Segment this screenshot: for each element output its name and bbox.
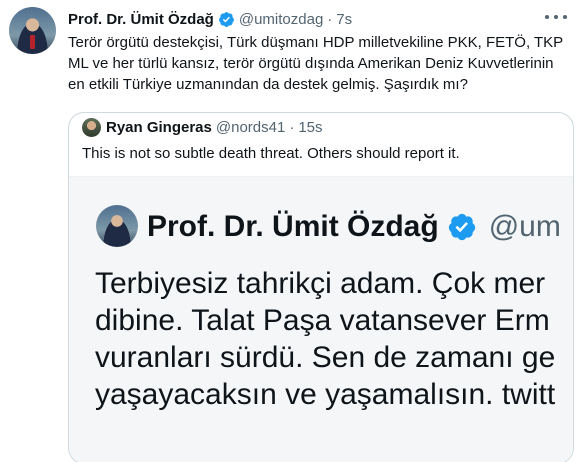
verified-badge-icon xyxy=(218,11,234,27)
quoted-tweet-timestamp[interactable]: 15s xyxy=(298,119,322,136)
screenshot-text-line: dibine. Talat Paşa vatansever Erm xyxy=(95,304,550,337)
screenshot-text-line: Terbiyesiz tahrikçi adam. Çok mer xyxy=(95,267,546,300)
author-handle[interactable]: @umitozdag xyxy=(239,11,323,28)
screenshot-author-name: Prof. Dr. Ümit Özdağ xyxy=(147,210,439,243)
tweet-header: Prof. Dr. Ümit Özdağ @umitozdag · 7s xyxy=(68,9,352,29)
screenshot-author-handle: @um xyxy=(488,210,561,243)
tweet-timestamp[interactable]: 7s xyxy=(336,11,352,28)
more-options-icon[interactable] xyxy=(545,9,567,25)
quoted-author-avatar[interactable] xyxy=(82,118,101,137)
author-avatar[interactable] xyxy=(9,7,56,54)
separator-dot: · xyxy=(289,119,295,136)
quoted-tweet-text: This is not so subtle death threat. Othe… xyxy=(82,145,460,162)
tweet-text: Terör örgütü destekçisi, Türk düşmanı HD… xyxy=(68,34,563,93)
author-name[interactable]: Prof. Dr. Ümit Özdağ xyxy=(68,11,214,28)
tweet[interactable]: Prof. Dr. Ümit Özdağ @umitozdag · 7s Ter… xyxy=(0,0,580,462)
quoted-author-name[interactable]: Ryan Gingeras xyxy=(106,119,212,136)
verified-badge-icon xyxy=(448,213,475,241)
quoted-author-handle[interactable]: @nords41 xyxy=(216,119,285,136)
screenshot-text-line: yaşayacaksın ve yaşamalısın. twitt xyxy=(95,378,556,411)
quoted-tweet-header: Ryan Gingeras @nords41 · 15s xyxy=(106,119,323,136)
screenshot-avatar xyxy=(96,205,138,247)
screenshot-header: Prof. Dr. Ümit Özdağ @um xyxy=(147,207,561,247)
separator-dot: · xyxy=(327,10,333,28)
quoted-media-image[interactable]: Prof. Dr. Ümit Özdağ @um Terbiyesiz tahr… xyxy=(69,176,573,462)
screenshot-text: Terbiyesiz tahrikçi adam. Çok mer dibine… xyxy=(95,265,555,413)
screenshot-text-line: vuranları sürdü. Sen de zamanı ge xyxy=(95,341,556,374)
quoted-tweet[interactable]: Ryan Gingeras @nords41 · 15s This is not… xyxy=(68,112,574,462)
